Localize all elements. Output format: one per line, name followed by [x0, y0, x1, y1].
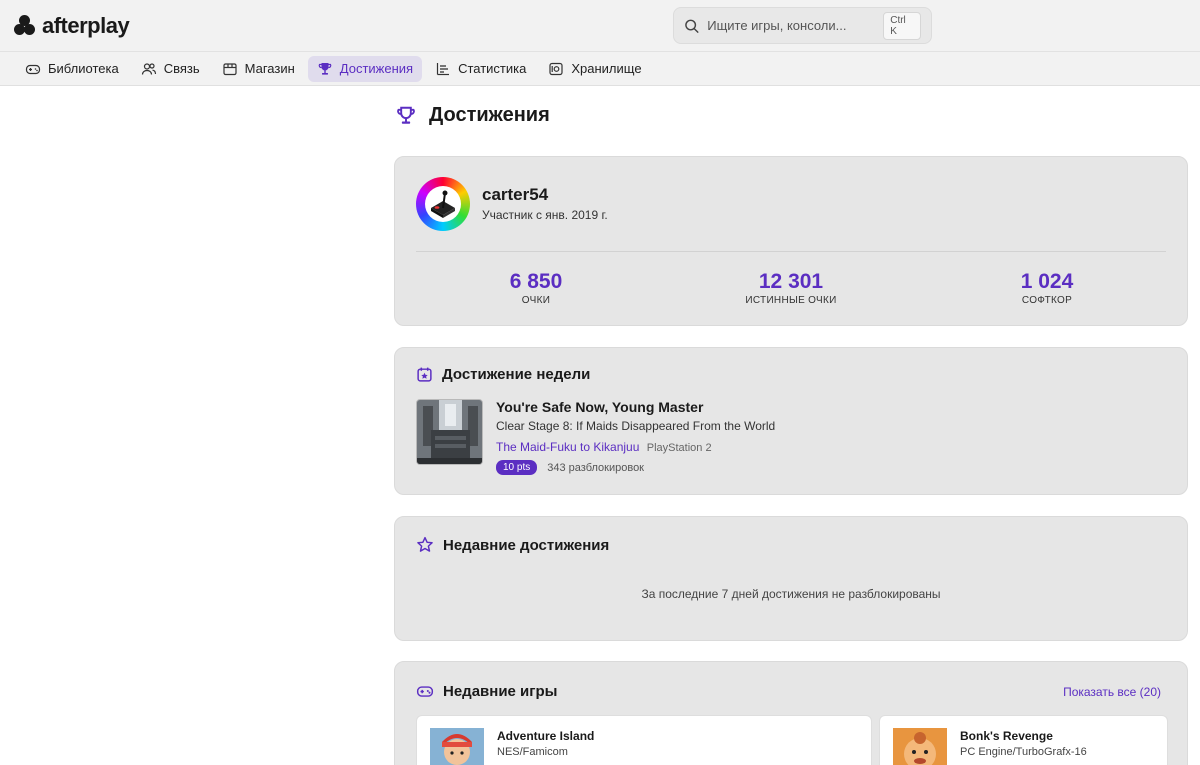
page-header: Достижения [395, 104, 550, 127]
nav-item-label: Магазин [244, 61, 295, 76]
stat-value: 6 850 [509, 270, 563, 293]
nav-item-label: Связь [163, 61, 200, 76]
card-title: Недавние достижения [443, 536, 610, 554]
store-icon [223, 62, 237, 75]
points-badge: 10 pts [496, 460, 538, 475]
search-icon [685, 19, 699, 33]
game-title: Bonk's Revenge [960, 729, 1053, 743]
achievement-title[interactable]: You're Safe Now, Young Master [496, 399, 703, 415]
logo[interactable]: afterplay [14, 13, 130, 39]
search-shortcut-badge: Ctrl K [883, 11, 921, 40]
nav-item-store[interactable]: Магазин [213, 56, 304, 82]
stat-label: СОФТКОР [1021, 295, 1073, 306]
nav-item-storage[interactable]: Хранилище [539, 56, 650, 82]
calendar-star-icon [417, 367, 432, 382]
show-all-link[interactable]: Показать все (20) [1063, 685, 1161, 699]
achievement-image[interactable] [416, 399, 483, 465]
trophy-icon [397, 106, 415, 124]
afterplay-logo-icon [14, 15, 36, 37]
achievement-game-line: The Maid-Fuku to Kikanjuu PlayStation 2 [496, 440, 712, 454]
search-input[interactable] [707, 18, 884, 33]
achievement-art [417, 400, 482, 464]
username[interactable]: carter54 [482, 185, 548, 205]
stat-value: 1 024 [1020, 270, 1074, 293]
main-nav: Библиотека Связь Магазин Достижения Стат… [0, 52, 1200, 86]
profile-card: carter54 Участник с янв. 2019 г. 6 850 О… [394, 156, 1188, 326]
top-header: afterplay Ctrl K [0, 0, 1200, 52]
game-platform: NES/Famicom [497, 746, 568, 758]
card-header: Достижение недели [416, 366, 590, 383]
stat-label: ИСТИННЫЕ ОЧКИ [745, 295, 837, 306]
star-icon [417, 536, 433, 552]
achievement-description: Clear Stage 8: If Maids Disappeared From… [496, 419, 776, 433]
trophy-icon [318, 62, 332, 75]
nav-item-label: Статистика [458, 61, 527, 76]
avatar-inner [425, 186, 461, 222]
nav-item-library[interactable]: Библиотека [16, 56, 128, 82]
recent-achievements-card: Недавние достижения За последние 7 дней … [394, 516, 1188, 641]
nav-item-label: Библиотека [48, 61, 119, 76]
search-bar[interactable]: Ctrl K [673, 7, 932, 44]
nav-item-statistics[interactable]: Статистика [426, 56, 535, 82]
achievement-of-week-card: Достижение недели You're Safe Now, Young… [394, 347, 1188, 495]
game-cover [430, 728, 484, 765]
game-card[interactable]: Adventure Island NES/Famicom [416, 715, 872, 765]
joystick-icon [431, 190, 455, 218]
gamepad-icon [416, 686, 434, 697]
page-title: Достижения [429, 104, 550, 126]
game-platform: PC Engine/TurboGrafx-16 [960, 746, 1087, 758]
card-title: Достижение недели [442, 366, 591, 383]
divider [416, 251, 1166, 252]
storage-icon [549, 62, 563, 75]
card-header: Недавние игры [416, 682, 558, 700]
stat-true-points: 12 301 ИСТИННЫЕ ОЧКИ [701, 270, 881, 306]
empty-state-message: За последние 7 дней достижения не разбло… [641, 587, 941, 601]
stat-label: ОЧКИ [521, 295, 551, 306]
bar-chart-icon [436, 62, 450, 75]
achievement-game-link[interactable]: The Maid-Fuku to Kikanjuu [496, 440, 639, 454]
stat-points: 6 850 ОЧКИ [446, 270, 626, 306]
unlock-count: 343 разблокировок [547, 461, 644, 474]
nav-item-achievements[interactable]: Достижения [307, 55, 423, 82]
gamepad-icon [25, 64, 41, 74]
card-title: Недавние игры [443, 682, 558, 700]
game-cover-art [893, 728, 947, 765]
stat-value: 12 301 [758, 270, 824, 293]
recent-games-card: Недавние игры Показать все (20) Adventur… [394, 661, 1188, 765]
users-icon [141, 62, 156, 75]
stat-softcore: 1 024 СОФТКОР [957, 270, 1137, 306]
achievement-platform: PlayStation 2 [646, 442, 712, 454]
member-since: Участник с янв. 2019 г. [482, 208, 608, 222]
game-title: Adventure Island [497, 729, 595, 743]
avatar[interactable] [416, 177, 470, 231]
achievement-meta: 10 pts 343 разблокировок [496, 460, 644, 475]
nav-item-label: Хранилище [571, 61, 642, 76]
app-name: afterplay [42, 13, 130, 38]
nav-item-social[interactable]: Связь [132, 56, 209, 82]
card-header: Недавние достижения [416, 536, 609, 554]
game-cover-art [430, 728, 484, 765]
game-card[interactable]: Bonk's Revenge PC Engine/TurboGrafx-16 [879, 715, 1168, 765]
game-cover [893, 728, 947, 765]
nav-item-label: Достижения [339, 61, 414, 76]
